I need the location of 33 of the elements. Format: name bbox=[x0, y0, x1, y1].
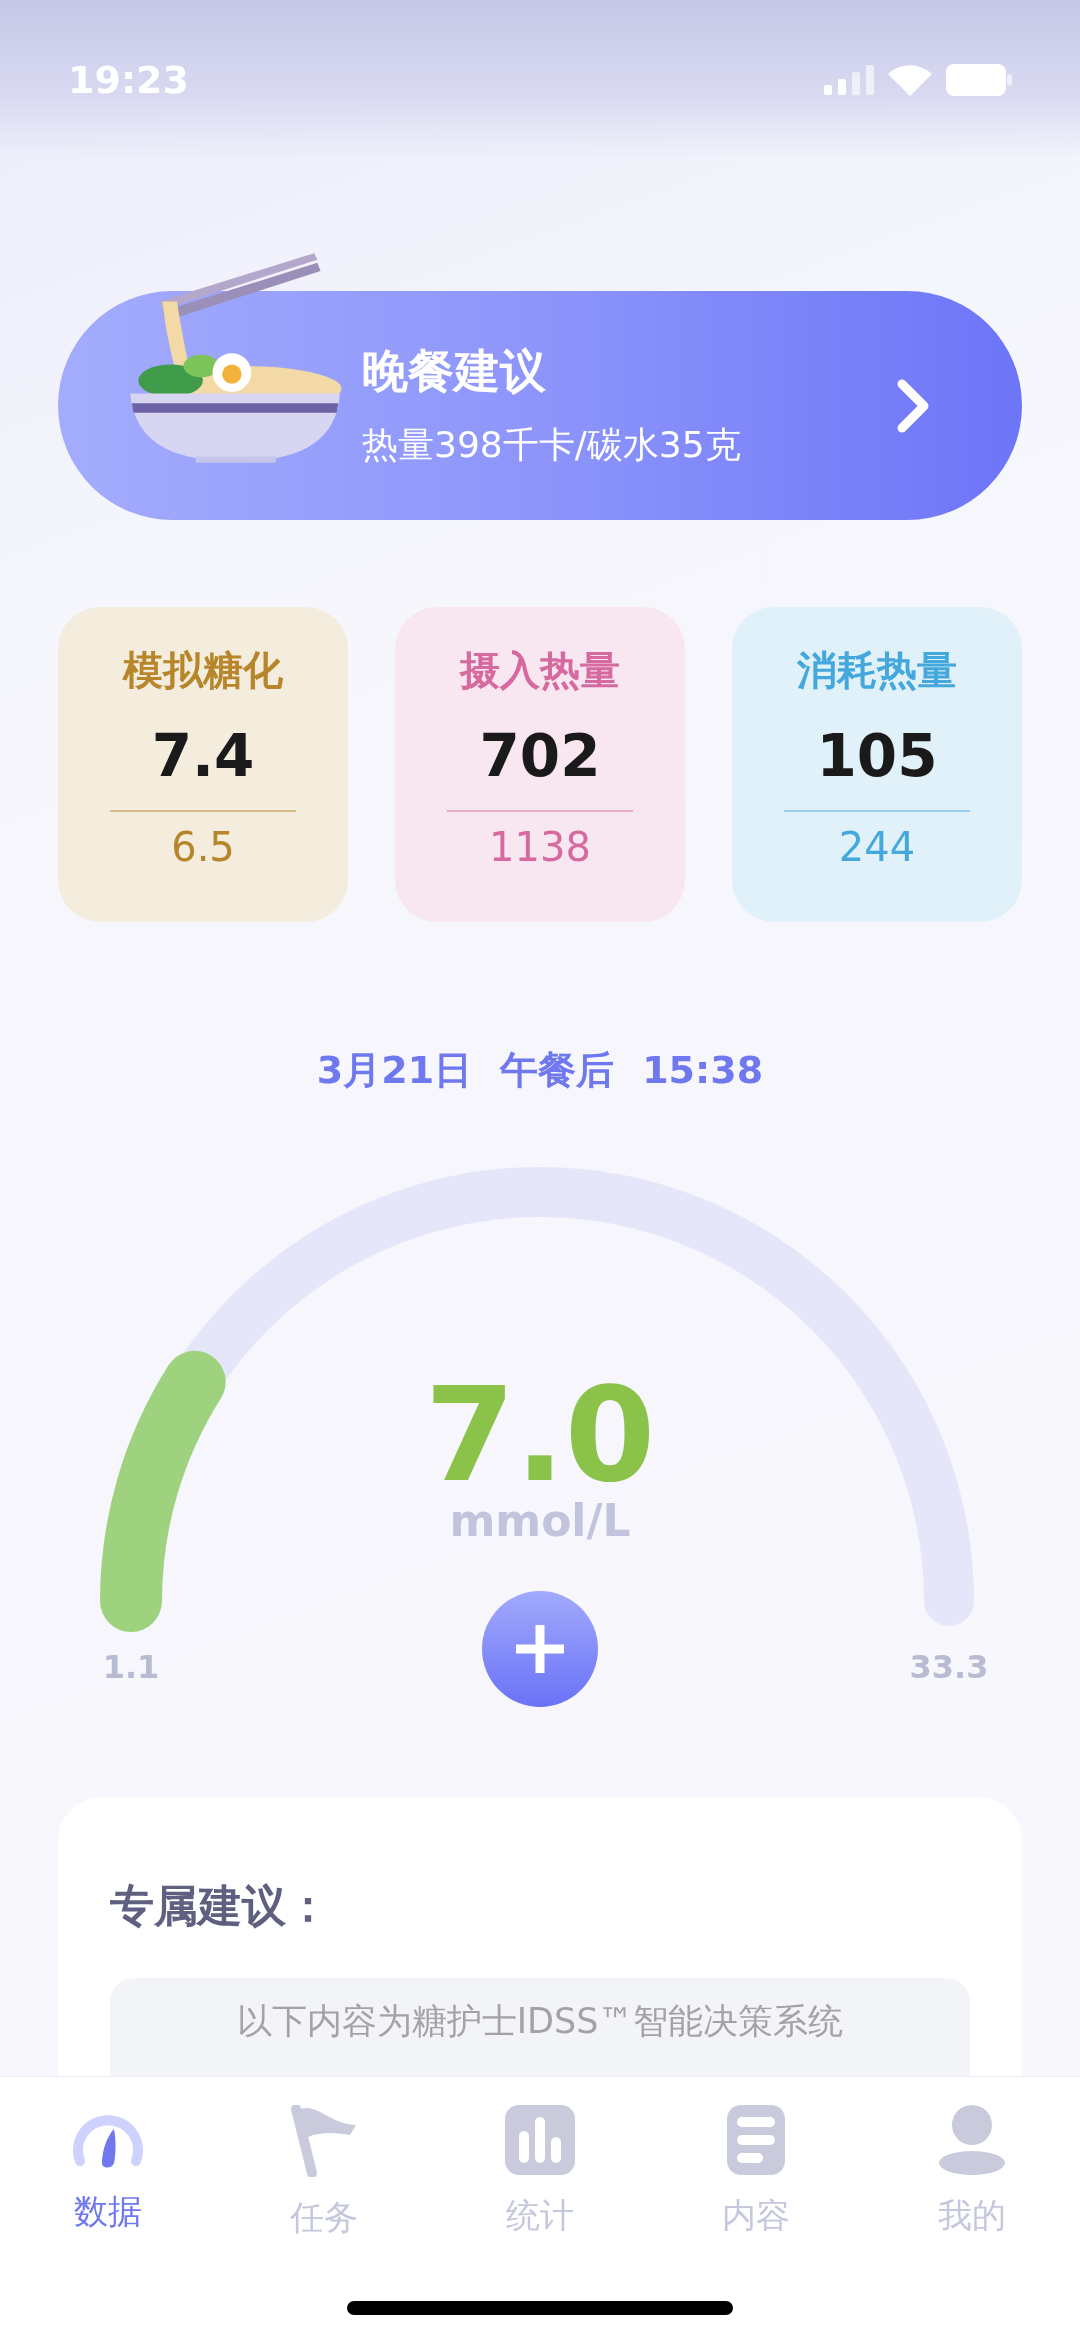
reading-date: 3月21日 bbox=[316, 1047, 473, 1094]
stat-label: 消耗热量 bbox=[797, 646, 957, 695]
stat-subvalue: 1138 bbox=[489, 824, 591, 870]
tab[interactable]: 统计 bbox=[432, 2077, 648, 2257]
document-icon bbox=[727, 2105, 785, 2175]
stat-card[interactable]: 模拟糖化 7.4 6.5 bbox=[58, 607, 348, 922]
wifi-icon bbox=[888, 64, 932, 96]
stat-value: 7.4 bbox=[151, 722, 255, 790]
tab[interactable]: 内容 bbox=[648, 2077, 864, 2257]
person-icon bbox=[939, 2105, 1005, 2175]
stat-card[interactable]: 消耗热量 105 244 bbox=[732, 607, 1022, 922]
stat-value: 702 bbox=[479, 722, 601, 790]
tab[interactable]: 我的 bbox=[864, 2077, 1080, 2257]
stat-value: 105 bbox=[816, 722, 938, 790]
banner-subtitle: 热量398千卡/碳水35克 bbox=[362, 423, 742, 467]
reading-time: 15:38 bbox=[642, 1047, 764, 1094]
tab[interactable]: 任务 bbox=[216, 2077, 432, 2257]
notice-text: 以下内容为糖护士IDSS™智能决策系统 bbox=[236, 2000, 844, 2043]
gauge-max-label: 33.3 bbox=[908, 1647, 990, 1687]
signal-icon bbox=[824, 65, 874, 95]
tab[interactable]: 数据 bbox=[0, 2077, 216, 2257]
banner-title: 晚餐建议 bbox=[362, 343, 547, 400]
advice-title: 专属建议： bbox=[110, 1879, 331, 1933]
stat-label: 摄入热量 bbox=[460, 646, 620, 695]
stat-subvalue: 244 bbox=[838, 824, 916, 870]
bar-chart-icon bbox=[505, 2105, 575, 2175]
stat-label: 模拟糖化 bbox=[123, 646, 283, 695]
meal-suggestion-banner[interactable]: 晚餐建议 热量398千卡/碳水35克 bbox=[58, 291, 1022, 520]
stat-subvalue: 6.5 bbox=[171, 824, 235, 870]
reading-meal: 午餐后 bbox=[500, 1047, 615, 1094]
gauge-min-label: 1.1 bbox=[101, 1647, 161, 1687]
battery-icon bbox=[946, 64, 1012, 96]
stat-card[interactable]: 摄入热量 702 1138 bbox=[395, 607, 685, 922]
